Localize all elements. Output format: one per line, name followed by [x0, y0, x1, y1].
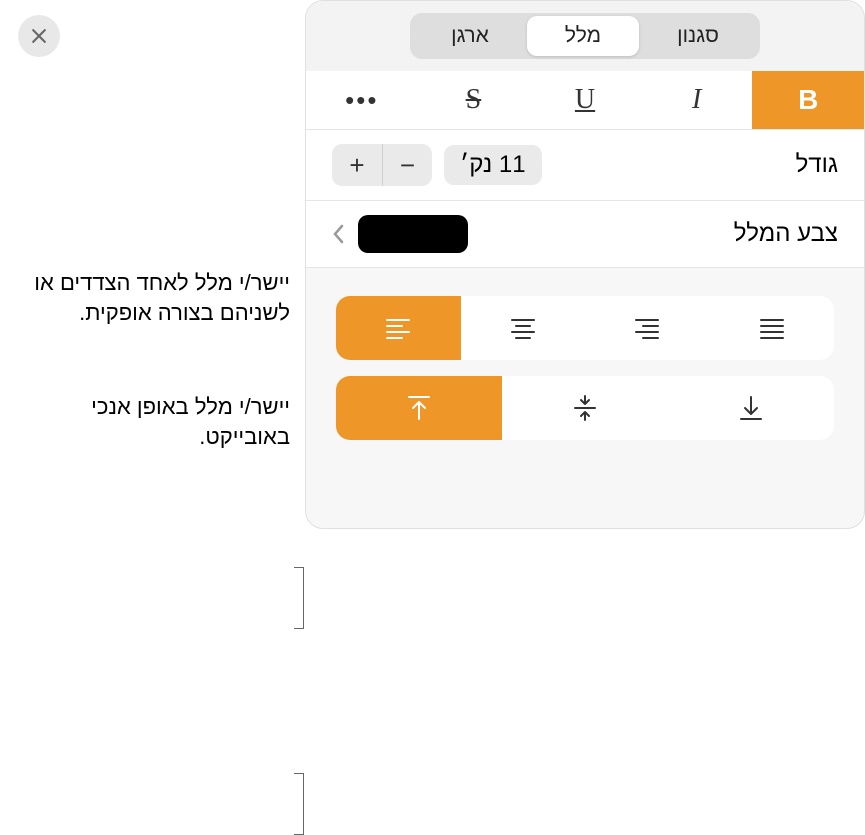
- alignment-section: [306, 268, 864, 458]
- valign-bottom-button[interactable]: [668, 376, 834, 440]
- valign-middle-icon: [571, 394, 599, 422]
- format-tabs: סגנון מלל ארגן: [410, 13, 760, 59]
- valign-middle-button[interactable]: [502, 376, 668, 440]
- size-value[interactable]: 11 נק׳: [444, 145, 542, 185]
- more-options-button[interactable]: •••: [306, 71, 418, 129]
- align-justify-icon: [758, 314, 786, 342]
- valign-top-button[interactable]: [336, 376, 502, 440]
- align-right-button[interactable]: [585, 296, 710, 360]
- underline-button[interactable]: U: [529, 71, 641, 129]
- color-label: צבע המלל: [734, 220, 838, 248]
- valign-top-icon: [405, 394, 433, 422]
- color-swatch[interactable]: [358, 215, 468, 253]
- align-left-button[interactable]: [336, 296, 461, 360]
- tab-arrange[interactable]: ארגן: [413, 16, 527, 56]
- font-size-row: גודל 11 נק׳ − +: [306, 130, 864, 201]
- horizontal-align-row: [336, 296, 834, 360]
- callout-horizontal-align: יישר/י מלל לאחד הצדדים או לשניהם בצורה א…: [10, 268, 290, 327]
- callout-vertical-align: יישר/י מלל באופן אנכי באובייקט.: [10, 392, 290, 451]
- align-justify-button[interactable]: [710, 296, 835, 360]
- size-decrease-button[interactable]: −: [382, 144, 432, 186]
- vertical-align-row: [336, 376, 834, 440]
- italic-button[interactable]: I: [641, 71, 753, 129]
- tab-style[interactable]: סגנון: [639, 16, 757, 56]
- strikethrough-button[interactable]: S: [418, 71, 530, 129]
- align-right-icon: [633, 314, 661, 342]
- text-color-row[interactable]: צבע המלל: [306, 201, 864, 268]
- panel-header: סגנון מלל ארגן: [306, 1, 864, 71]
- bold-button[interactable]: B: [752, 71, 864, 129]
- valign-bottom-icon: [737, 394, 765, 422]
- align-left-icon: [384, 314, 412, 342]
- format-panel: סגנון מלל ארגן B I U S ••• גודל 11 נק: [305, 0, 865, 529]
- size-label: גודל: [796, 151, 838, 179]
- text-style-row: B I U S •••: [306, 71, 864, 130]
- tab-text[interactable]: מלל: [527, 16, 639, 56]
- chevron-left-icon: [332, 222, 346, 246]
- size-increase-button[interactable]: +: [332, 144, 382, 186]
- panel-content: B I U S ••• גודל 11 נק׳ − + צבע המל: [306, 71, 864, 528]
- align-center-button[interactable]: [461, 296, 586, 360]
- size-stepper: − +: [332, 144, 432, 186]
- align-center-icon: [509, 314, 537, 342]
